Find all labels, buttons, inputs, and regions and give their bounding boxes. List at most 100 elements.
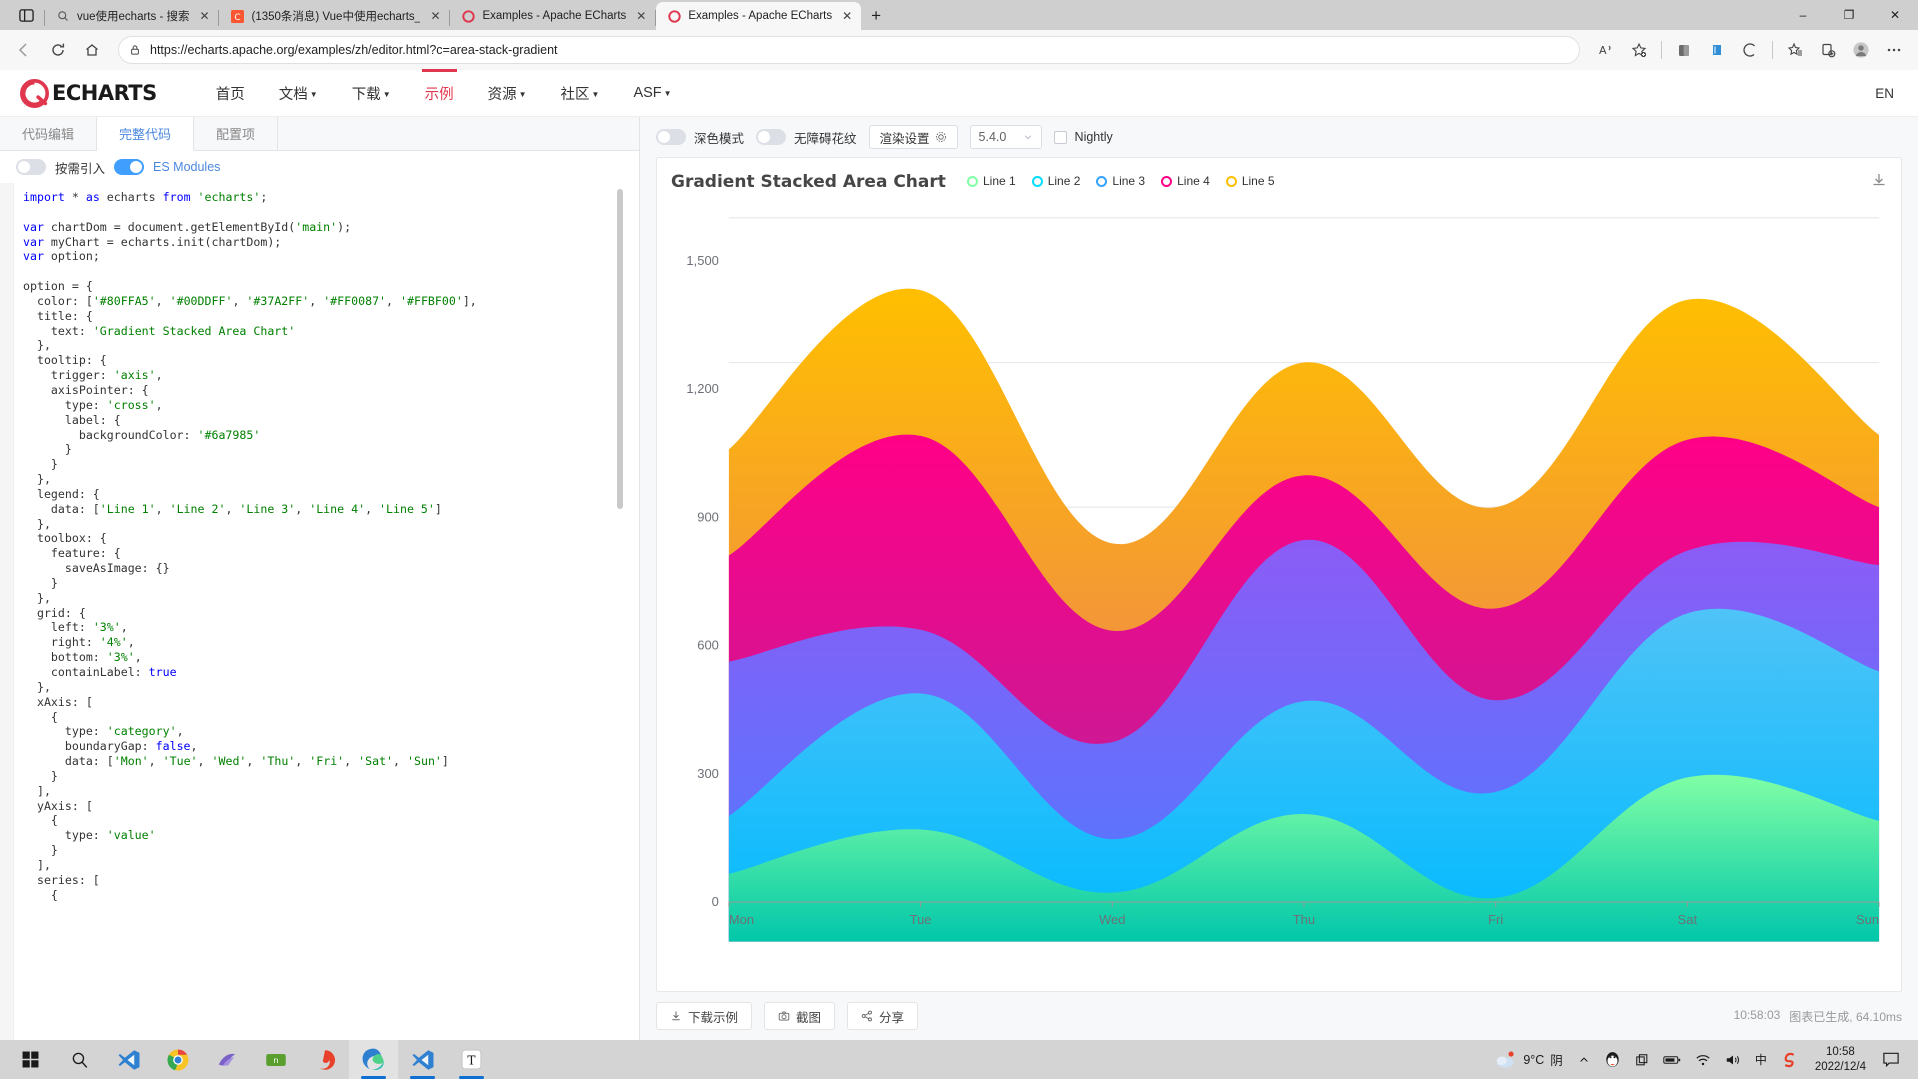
tab-search-icon[interactable] [8, 0, 44, 30]
legend-item-line-2[interactable]: Line 2 [1031, 174, 1080, 188]
x-tick-label: Wed [1099, 912, 1125, 927]
tray-sogou-icon[interactable] [1774, 1040, 1805, 1079]
tab-full-code[interactable]: 完整代码 [97, 117, 195, 151]
nav-item-community[interactable]: 社区 ▼ [544, 69, 617, 118]
browser-essentials-icon[interactable] [1734, 34, 1766, 66]
weather-temp: 9°C [1523, 1052, 1545, 1067]
on-demand-import-label: 按需引入 [55, 161, 106, 176]
close-icon[interactable]: ✕ [427, 8, 443, 24]
nav-item-docs[interactable]: 文档 ▼ [262, 69, 335, 118]
echarts-logo[interactable]: ECHARTS [20, 78, 157, 108]
start-button[interactable] [6, 1040, 55, 1079]
screenshot-button[interactable]: 截图 [764, 1002, 836, 1030]
minimize-button[interactable]: – [1780, 0, 1826, 30]
tray-ime-indicator[interactable]: 中 [1748, 1040, 1774, 1079]
tab-options[interactable]: 配置项 [194, 117, 279, 150]
download-example-button[interactable]: 下载示例 [656, 1002, 753, 1030]
x-tick-label: Sat [1678, 912, 1698, 927]
collections-icon[interactable] [1668, 34, 1700, 66]
toolbar-divider [1772, 41, 1773, 59]
nav-items: 首页 文档 ▼ 下载 ▼ 示例 资源 ▼ 社区 ▼ ASF ▼ [199, 68, 689, 118]
chart-plot-area[interactable]: 0 300 600 900 1,200 1,500 Mon Tue Wed Thu Fri Sat Su… [657, 202, 1901, 991]
maximize-button[interactable]: ❐ [1826, 0, 1872, 30]
taskbar-vscode-2[interactable] [398, 1040, 447, 1079]
close-icon[interactable]: ✕ [839, 8, 855, 24]
chart-status: 10:58:03 图表已生成, 64.10ms [1734, 1008, 1902, 1025]
nav-item-home[interactable]: 首页 [199, 69, 262, 118]
add-favorite-icon[interactable] [1623, 34, 1655, 66]
taskbar-navicat[interactable] [202, 1040, 251, 1079]
legend-item-line-4[interactable]: Line 4 [1161, 174, 1210, 188]
y-tick-label: 900 [697, 509, 719, 524]
back-icon[interactable] [8, 34, 40, 66]
taskbar-chrome[interactable] [153, 1040, 202, 1079]
nav-item-examples[interactable]: 示例 [408, 68, 471, 118]
browser-tab-2[interactable]: C (1350条消息) Vue中使用echarts_ ✕ [219, 2, 449, 30]
settings-more-icon[interactable] [1878, 34, 1910, 66]
new-tab-button[interactable]: + [861, 2, 891, 30]
nav-label: 示例 [424, 86, 454, 103]
toggle-es-modules[interactable] [114, 159, 145, 175]
split-screen-icon[interactable] [1701, 34, 1733, 66]
nightly-checkbox[interactable] [1053, 130, 1067, 144]
render-settings-button[interactable]: 渲染设置 [868, 125, 958, 149]
taskbar-red-app[interactable] [300, 1040, 349, 1079]
code-viewer[interactable]: import * as echarts from 'echarts'; var … [0, 183, 639, 1040]
toggle-dark-mode[interactable] [656, 129, 686, 145]
language-switch[interactable]: EN [1875, 86, 1898, 101]
favorites-icon[interactable] [1779, 34, 1811, 66]
save-as-image-icon[interactable] [1871, 172, 1887, 193]
taskbar-edge[interactable] [349, 1040, 398, 1079]
reload-icon[interactable] [42, 34, 74, 66]
legend-item-line-3[interactable]: Line 3 [1096, 174, 1145, 188]
browser-toolbar: https://echarts.apache.org/examples/zh/e… [0, 30, 1918, 70]
tray-wifi-icon[interactable] [1688, 1040, 1718, 1079]
nav-item-asf[interactable]: ASF ▼ [616, 71, 688, 115]
toggle-on-demand-import[interactable] [16, 159, 46, 175]
legend-item-line-5[interactable]: Line 5 [1225, 174, 1275, 188]
taskbar-typora[interactable]: T [447, 1040, 496, 1079]
legend-marker-icon [1225, 175, 1237, 187]
echarts-icon [461, 9, 475, 23]
add-to-collection-icon[interactable] [1812, 34, 1844, 66]
close-window-button[interactable]: ✕ [1872, 0, 1918, 30]
avatar[interactable] [1845, 34, 1877, 66]
address-bar[interactable]: https://echarts.apache.org/examples/zh/e… [118, 36, 1580, 64]
tray-copy-icon[interactable] [1628, 1040, 1656, 1079]
tab-code-editor[interactable]: 代码编辑 [0, 117, 98, 150]
toggle-accessible-pattern[interactable] [756, 129, 787, 145]
browser-tab-1[interactable]: vue使用echarts - 搜索 ✕ [45, 2, 218, 30]
legend-label: Line 4 [1177, 174, 1210, 188]
tray-qq-icon[interactable] [1597, 1040, 1628, 1079]
code-scrollbar[interactable] [617, 189, 623, 509]
tab-title: (1350条消息) Vue中使用echarts_ [251, 11, 421, 23]
browser-tab-4[interactable]: Examples - Apache ECharts ✕ [656, 2, 862, 30]
nav-label: 社区 [560, 86, 590, 103]
taskbar-vscode[interactable] [104, 1040, 153, 1079]
read-aloud-icon[interactable]: A [1590, 34, 1622, 66]
nav-item-resources[interactable]: 资源 ▼ [471, 69, 544, 118]
nightly-group[interactable]: Nightly [1053, 130, 1113, 144]
search-button[interactable] [55, 1040, 104, 1079]
echarts-logo-icon [20, 78, 49, 108]
search-icon [56, 9, 70, 23]
tray-battery-icon[interactable] [1656, 1040, 1688, 1079]
home-icon[interactable] [76, 34, 108, 66]
chart-toolbar: 深色模式 无障碍花纹 渲染设置 5.4.0 Nightly [640, 117, 1918, 157]
legend-marker-icon [1096, 175, 1108, 187]
version-select[interactable]: 5.4.0 [969, 125, 1042, 149]
weather-widget[interactable]: 9°C 阴 [1487, 1050, 1571, 1070]
taskbar-green-app[interactable]: n [251, 1040, 300, 1079]
tray-expand-icon[interactable] [1571, 1040, 1597, 1079]
browser-tab-3[interactable]: Examples - Apache ECharts ✕ [450, 2, 655, 30]
nav-item-download[interactable]: 下载 ▼ [335, 69, 408, 118]
legend-item-line-1[interactable]: Line 1 [967, 174, 1016, 188]
close-icon[interactable]: ✕ [196, 8, 212, 24]
notification-center-icon[interactable] [1876, 1040, 1906, 1079]
tray-volume-icon[interactable] [1718, 1040, 1748, 1079]
chevron-down-icon: ▼ [663, 88, 672, 98]
share-icon [861, 1010, 872, 1022]
close-icon[interactable]: ✕ [633, 8, 649, 24]
share-button[interactable]: 分享 [847, 1002, 919, 1030]
taskbar-clock[interactable]: 10:58 2022/12/4 [1805, 1045, 1876, 1075]
